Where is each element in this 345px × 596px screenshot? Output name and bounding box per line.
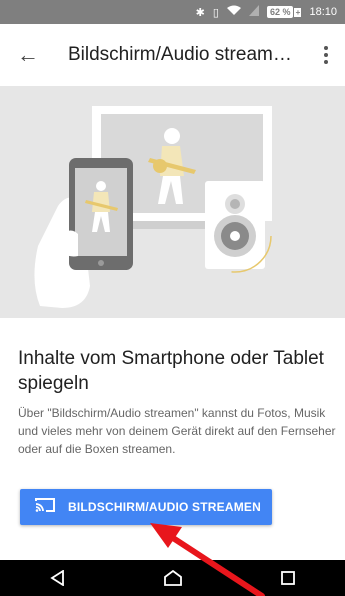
bluetooth-icon: ✱ (195, 6, 205, 19)
hero-illustration (0, 86, 345, 318)
battery-percent: 62 % (266, 6, 294, 18)
cast-button-label: BILDSCHIRM/AUDIO STREAMEN (68, 500, 261, 514)
vibrate-icon: ▯ (212, 6, 219, 19)
cast-screen-audio-button[interactable]: BILDSCHIRM/AUDIO STREAMEN (20, 489, 272, 525)
recents-icon[interactable] (268, 563, 308, 593)
page-title: Bildschirm/Audio stream… (68, 44, 292, 65)
wifi-icon (226, 5, 241, 19)
battery-charging-icon: 62 % + (266, 6, 302, 18)
content-heading: Inhalte vom Smartphone oder Tablet spieg… (18, 348, 324, 394)
signal-icon (248, 5, 259, 19)
system-nav-bar (0, 560, 345, 596)
back-triangle-icon[interactable] (38, 563, 78, 593)
home-icon[interactable] (153, 563, 193, 593)
more-vert-icon[interactable] (317, 43, 335, 67)
clock: 18:10 (309, 6, 337, 18)
cast-icon (34, 497, 56, 518)
content-description: Über "Bildschirm/Audio streamen" kannst … (18, 406, 336, 456)
status-bar: ✱ ▯ 62 % + 18:10 (0, 0, 345, 24)
app-bar: ← Bildschirm/Audio stream… (0, 24, 345, 86)
cast-illustration (34, 106, 272, 308)
arrow-left-icon[interactable]: ← (14, 41, 42, 69)
